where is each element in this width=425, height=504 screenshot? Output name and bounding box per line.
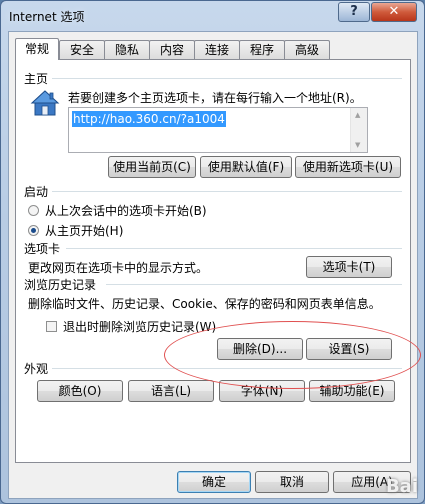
- history-section-label: 浏览历史记录: [24, 278, 97, 292]
- divider: [66, 248, 402, 249]
- appearance-section-label: 外观: [24, 362, 49, 376]
- tab-general[interactable]: 常规: [15, 38, 59, 60]
- tabs-description: 更改网页在选项卡中的显示方式。: [28, 261, 209, 275]
- tab-programs[interactable]: 程序: [239, 40, 285, 59]
- fonts-button[interactable]: 字体(N): [219, 380, 305, 402]
- internet-options-window: Internet 选项 ? ✕ 常规 安全 隐私 内容 连接 程序 高级 主页: [0, 0, 425, 504]
- home-description: 若要创建多个主页选项卡，请在每行输入一个地址(R)。: [68, 91, 362, 105]
- general-tab-panel: 主页 若要创建多个主页选项卡，请在每行输入一个地址(R)。 http://hao…: [15, 59, 411, 463]
- tabs-section-label: 选项卡: [24, 242, 61, 256]
- tab-connections[interactable]: 连接: [194, 40, 240, 59]
- home-icon: [30, 88, 60, 118]
- home-section-label: 主页: [24, 72, 49, 86]
- scroll-up-icon[interactable]: ▲: [355, 111, 360, 119]
- delete-on-exit-label: 退出时删除浏览历史记录(W): [63, 320, 217, 334]
- tab-content[interactable]: 内容: [149, 40, 195, 59]
- window-title: Internet 选项: [9, 10, 85, 24]
- divider: [52, 368, 402, 369]
- scroll-down-icon[interactable]: ▼: [355, 141, 360, 149]
- textarea-scrollbar[interactable]: ▲ ▼: [350, 108, 367, 152]
- home-url-textarea[interactable]: http://hao.360.cn/?a1004 ▲ ▼: [68, 107, 368, 153]
- delete-on-exit-checkbox[interactable]: 退出时删除浏览历史记录(W): [46, 318, 216, 335]
- title-bar[interactable]: Internet 选项 ? ✕: [1, 1, 424, 31]
- history-settings-button[interactable]: 设置(S): [306, 338, 392, 360]
- divider: [52, 78, 402, 79]
- startup-section-label: 启动: [24, 185, 49, 199]
- delete-history-button[interactable]: 删除(D)...: [217, 338, 303, 360]
- tabs-settings-button[interactable]: 选项卡(T): [306, 256, 392, 278]
- cancel-button[interactable]: 取消: [255, 471, 329, 493]
- use-current-button[interactable]: 使用当前页(C): [108, 156, 196, 178]
- watermark: Bai: [385, 476, 418, 497]
- divider: [52, 191, 402, 192]
- languages-button[interactable]: 语言(L): [128, 380, 214, 402]
- tab-security[interactable]: 安全: [59, 40, 105, 59]
- startup-home-label: 从主页开始(H): [45, 224, 124, 238]
- use-default-button[interactable]: 使用默认值(F): [200, 156, 292, 178]
- startup-last-session-label: 从上次会话中的选项卡开始(B): [45, 204, 207, 218]
- tab-advanced[interactable]: 高级: [284, 40, 330, 59]
- colors-button[interactable]: 颜色(O): [37, 380, 123, 402]
- close-button[interactable]: ✕: [371, 2, 417, 22]
- help-button[interactable]: ?: [338, 2, 370, 22]
- startup-last-session-radio[interactable]: 从上次会话中的选项卡开始(B): [28, 202, 207, 219]
- ok-button[interactable]: 确定: [177, 471, 251, 493]
- home-url-value: http://hao.360.cn/?a1004: [72, 111, 226, 127]
- startup-home-radio[interactable]: 从主页开始(H): [28, 222, 123, 239]
- radio-button-selected[interactable]: [28, 225, 39, 236]
- radio-button[interactable]: [28, 205, 39, 216]
- use-new-tab-button[interactable]: 使用新选项卡(U): [295, 156, 401, 178]
- divider: [106, 284, 402, 285]
- checkbox-box[interactable]: [46, 321, 57, 332]
- tab-privacy[interactable]: 隐私: [104, 40, 150, 59]
- dialog-client-area: 常规 安全 隐私 内容 连接 程序 高级 主页 若要创建多个主页选项卡，请在每行…: [8, 31, 418, 499]
- accessibility-button[interactable]: 辅助功能(E): [309, 380, 395, 402]
- history-description: 删除临时文件、历史记录、Cookie、保存的密码和网页表单信息。: [28, 297, 381, 311]
